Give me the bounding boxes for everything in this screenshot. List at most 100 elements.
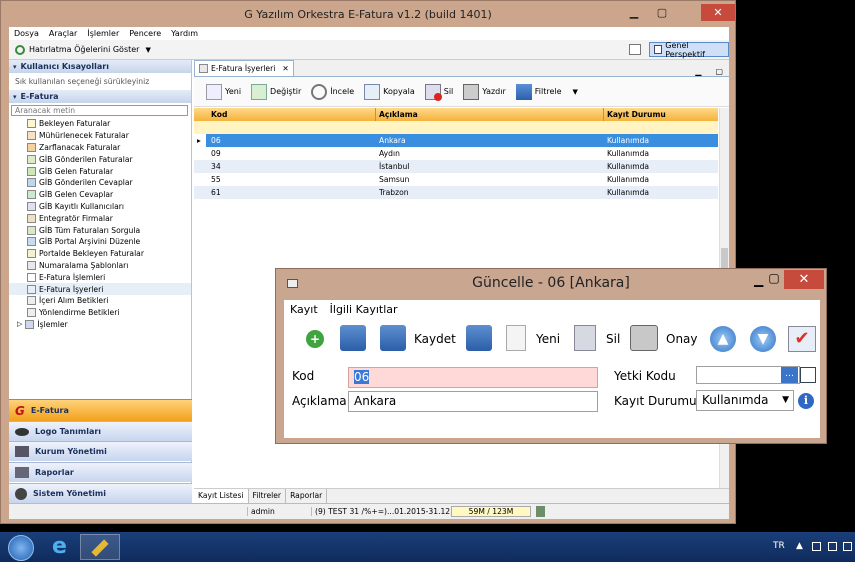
view-maximize-icon[interactable]: ▢	[715, 67, 723, 76]
onay-button[interactable]: Onay	[666, 332, 698, 346]
kopyala-button[interactable]: Kopyala	[360, 82, 419, 102]
delete-record-icon[interactable]	[574, 325, 596, 351]
tree-item[interactable]: GİB Gönderilen Cevaplar	[9, 177, 191, 189]
tab-filtreler[interactable]: Filtreler	[249, 489, 287, 503]
nav-efatura[interactable]: G E-Fatura	[9, 399, 192, 421]
tree-node-icon	[27, 213, 36, 223]
col-kod[interactable]: Kod	[208, 108, 376, 121]
language-indicator[interactable]: TR	[773, 541, 785, 551]
tree-item[interactable]: Bekleyen Faturalar	[9, 118, 191, 130]
tree-item[interactable]: GİB Gelen Cevaplar	[9, 189, 191, 201]
dialog-minimize-icon[interactable]: ▁	[754, 273, 763, 287]
maximize-icon[interactable]: ▢	[649, 4, 675, 21]
yeni-dialog-button[interactable]: Yeni	[536, 332, 560, 346]
check-icon[interactable]: ✔	[788, 326, 816, 352]
tree-item[interactable]: E-Fatura İşyerleri	[9, 283, 191, 295]
table-row[interactable]: 61 Trabzon Kullanımda	[194, 186, 718, 199]
arrow-up-icon[interactable]: ▲	[710, 326, 736, 352]
dialog-menu: Kayıt İlgili Kayıtlar	[284, 300, 820, 318]
tree-item[interactable]: Mühürlenecek Faturalar	[9, 130, 191, 142]
lookup-icon[interactable]: …	[781, 367, 798, 383]
menu-islemler[interactable]: İşlemler	[82, 29, 124, 38]
table-lookup-icon[interactable]	[800, 367, 816, 383]
save-new-icon[interactable]	[466, 325, 492, 351]
nav-raporlar[interactable]: Raporlar	[9, 462, 192, 482]
chevron-down-icon[interactable]: ▼	[573, 88, 578, 96]
yazdir-button[interactable]: Yazdır	[459, 82, 509, 102]
tree-search-input[interactable]	[11, 105, 188, 116]
volume-icon[interactable]	[843, 542, 852, 551]
tree-item[interactable]: GİB Kayıtlı Kullanıcıları	[9, 201, 191, 213]
tree-item[interactable]: ▷ İşlemler	[9, 319, 191, 331]
tree-item[interactable]: E-Fatura İşlemleri	[9, 271, 191, 283]
nav-logo[interactable]: Logo Tanımları	[9, 421, 192, 441]
expand-icon[interactable]: ▷	[17, 320, 22, 328]
table-row[interactable]: 34 İstanbul Kullanımda	[194, 160, 718, 173]
reminder-button[interactable]: Hatırlatma Öğelerini Göster	[29, 45, 139, 54]
ie-icon[interactable]: e	[52, 536, 76, 558]
info-icon[interactable]: i	[798, 393, 814, 409]
nav-sistem[interactable]: Sistem Yönetimi	[9, 483, 192, 503]
tree-item[interactable]: GİB Portal Arşivini Düzenle	[9, 236, 191, 248]
close-icon[interactable]: ✕	[701, 4, 735, 21]
tree-item[interactable]: Portalde Bekleyen Faturalar	[9, 248, 191, 260]
menu-ilgili-kayitlar[interactable]: İlgili Kayıtlar	[324, 303, 404, 316]
network-icon[interactable]	[828, 542, 837, 551]
aciklama-field[interactable]: Ankara	[348, 391, 598, 412]
sil-button[interactable]: Sil	[421, 82, 458, 102]
approve-icon[interactable]	[630, 325, 658, 351]
start-icon[interactable]	[8, 535, 34, 561]
cell-aciklama: Ankara	[379, 136, 406, 145]
efatura-section[interactable]: ▾ E-Fatura	[9, 90, 191, 103]
tree-item[interactable]: Zarflanacak Faturalar	[9, 142, 191, 154]
table-row[interactable]: 06 Ankara Kullanımda ▸	[194, 134, 718, 147]
degistir-button[interactable]: Değiştir	[247, 82, 305, 102]
menu-pencere[interactable]: Pencere	[124, 29, 166, 38]
add-new-icon[interactable]: +	[306, 330, 324, 348]
col-durum[interactable]: Kayıt Durumu	[604, 108, 718, 121]
tab-efatura-isyerleri[interactable]: E-Fatura İşyerleri ✕	[194, 60, 294, 76]
garbage-icon[interactable]	[536, 506, 545, 517]
col-aciklama[interactable]: Açıklama	[376, 108, 604, 121]
kaydet-button[interactable]: Kaydet	[414, 332, 456, 346]
tree-item[interactable]: Numaralama Şablonları	[9, 260, 191, 272]
tree-item[interactable]: GİB Gönderilen Faturalar	[9, 153, 191, 165]
kod-field[interactable]: 06	[348, 367, 598, 388]
save-refresh-icon[interactable]	[340, 325, 366, 351]
tab-raporlar[interactable]: Raporlar	[286, 489, 328, 503]
perspective-button[interactable]: Genel Perspektif	[649, 41, 729, 59]
dialog-close-icon[interactable]: ✕	[784, 270, 824, 289]
tree-item[interactable]: İçeri Alım Betikleri	[9, 295, 191, 307]
incele-button[interactable]: İncele	[307, 82, 358, 102]
new-document-icon[interactable]	[506, 325, 526, 351]
menu-kayit[interactable]: Kayıt	[284, 303, 324, 316]
view-minimize-icon[interactable]: ▁	[695, 67, 701, 76]
tray-arrow-icon[interactable]: ▲	[796, 541, 803, 551]
nav-kurum[interactable]: Kurum Yönetimi	[9, 441, 192, 461]
flag-icon[interactable]	[812, 542, 821, 551]
open-perspective-icon[interactable]	[629, 44, 641, 55]
tree-item[interactable]: GİB Tüm Faturaları Sorgula	[9, 224, 191, 236]
tab-close-icon[interactable]: ✕	[282, 64, 288, 73]
tab-kayit-listesi[interactable]: Kayıt Listesi	[194, 489, 249, 503]
minimize-icon[interactable]: ▁	[621, 4, 647, 21]
save-icon[interactable]	[380, 325, 406, 351]
shortcuts-section[interactable]: ▾ Kullanıcı Kısayolları	[9, 60, 191, 73]
menu-araclar[interactable]: Araçlar	[44, 29, 82, 38]
tree-item[interactable]: Entegratör Firmalar	[9, 212, 191, 224]
tree-item[interactable]: Yönlendirme Betikleri	[9, 307, 191, 319]
table-row[interactable]: 55 Samsun Kullanımda	[194, 173, 718, 186]
kayit-durumu-select[interactable]: Kullanımda ▼	[696, 390, 794, 411]
filter-row[interactable]	[194, 121, 718, 134]
tree-item[interactable]: GİB Gelen Faturalar	[9, 165, 191, 177]
sil-dialog-button[interactable]: Sil	[606, 332, 620, 346]
filtrele-button[interactable]: Filtrele ▼	[512, 82, 582, 102]
menu-dosya[interactable]: Dosya	[9, 29, 44, 38]
table-row[interactable]: 09 Aydın Kullanımda	[194, 147, 718, 160]
arrow-down-icon[interactable]: ▼	[750, 326, 776, 352]
chevron-down-icon[interactable]: ▼	[145, 46, 150, 54]
menu-yardim[interactable]: Yardım	[166, 29, 203, 38]
yeni-button[interactable]: Yeni	[202, 82, 245, 102]
dialog-maximize-icon[interactable]: ▢	[764, 271, 784, 285]
app-taskbar-button[interactable]	[80, 534, 120, 560]
